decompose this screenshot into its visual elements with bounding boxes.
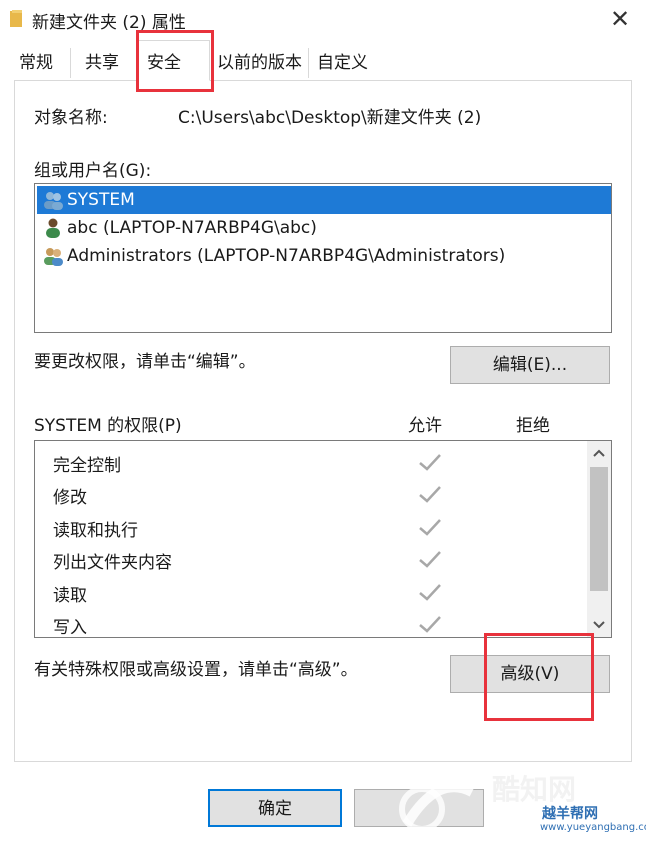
security-tab-highlight xyxy=(136,30,214,92)
permission-row: 修改 xyxy=(35,479,583,511)
list-item[interactable]: abc (LAPTOP-N7ARBP4G\abc) xyxy=(37,214,611,242)
list-item[interactable]: Administrators (LAPTOP-N7ARBP4G\Administ… xyxy=(37,242,611,270)
permission-row: 读取和执行 xyxy=(35,512,583,544)
object-name-value: C:\Users\abc\Desktop\新建文件夹 (2) xyxy=(178,108,482,128)
allow-column-header: 允许 xyxy=(408,416,442,436)
close-icon[interactable]: ✕ xyxy=(606,6,634,32)
permissions-scrollbar[interactable] xyxy=(587,441,611,637)
watermark-logo xyxy=(399,782,475,832)
allow-check-icon xyxy=(419,616,441,633)
permission-row: 读取 xyxy=(35,577,583,609)
list-item-label: SYSTEM xyxy=(67,190,135,210)
title-bar: 新建文件夹 (2) 属性 ✕ xyxy=(0,0,646,40)
permission-name: 读取和执行 xyxy=(53,521,138,541)
tab-divider xyxy=(70,48,71,78)
permissions-title: SYSTEM 的权限(P) xyxy=(34,416,182,436)
deny-column-header: 拒绝 xyxy=(516,416,550,436)
permission-name: 修改 xyxy=(53,488,87,508)
permission-name: 列出文件夹内容 xyxy=(53,553,172,573)
user-icon xyxy=(46,218,60,238)
edit-button[interactable]: 编辑(E)... xyxy=(450,346,610,384)
tab-general[interactable]: 常规 xyxy=(10,44,62,80)
tab-customize[interactable]: 自定义 xyxy=(308,44,377,80)
watermark-sub: 越羊帮网 xyxy=(542,806,598,822)
edit-hint: 要更改权限，请单击“编辑”。 xyxy=(34,352,256,372)
advanced-hint: 有关特殊权限或高级设置，请单击“高级”。 xyxy=(34,660,358,680)
allow-check-icon xyxy=(419,519,441,536)
tab-previous-versions[interactable]: 以前的版本 xyxy=(208,44,311,80)
list-item-label: Administrators (LAPTOP-N7ARBP4G\Administ… xyxy=(67,246,506,266)
scroll-up-icon[interactable] xyxy=(587,441,611,465)
tab-strip: 常规 共享 安全 以前的版本 自定义 xyxy=(10,40,636,82)
folder-icon xyxy=(10,10,22,27)
allow-check-icon xyxy=(419,584,441,601)
allow-check-icon xyxy=(419,551,441,568)
watermark-site: www.yueyangbang.com xyxy=(540,822,646,833)
tab-sharing[interactable]: 共享 xyxy=(76,44,128,80)
permission-row: 列出文件夹内容 xyxy=(35,544,583,576)
scroll-thumb[interactable] xyxy=(590,467,608,591)
group-users-icon xyxy=(44,192,63,210)
groups-listbox[interactable]: SYSTEM abc (LAPTOP-N7ARBP4G\abc) Adminis… xyxy=(34,183,612,333)
watermark-brand: 酷知网 xyxy=(492,773,577,806)
list-item-label: abc (LAPTOP-N7ARBP4G\abc) xyxy=(67,218,317,238)
permission-name: 读取 xyxy=(53,586,87,606)
allow-check-icon xyxy=(419,486,441,503)
permission-name: 完全控制 xyxy=(53,456,121,476)
permission-row: 完全控制 xyxy=(35,447,583,479)
object-name-label: 对象名称: xyxy=(34,108,108,128)
permission-name: 写入 xyxy=(53,618,87,638)
list-item[interactable]: SYSTEM xyxy=(37,186,611,214)
groups-label: 组或用户名(G): xyxy=(34,161,152,181)
allow-check-icon xyxy=(419,454,441,471)
ok-button[interactable]: 确定 xyxy=(208,789,342,827)
permissions-list: 完全控制 修改 读取和执行 列出文件夹内容 读取 写入 xyxy=(34,440,612,638)
advanced-button-highlight xyxy=(484,633,594,721)
group-users-icon xyxy=(44,248,63,266)
